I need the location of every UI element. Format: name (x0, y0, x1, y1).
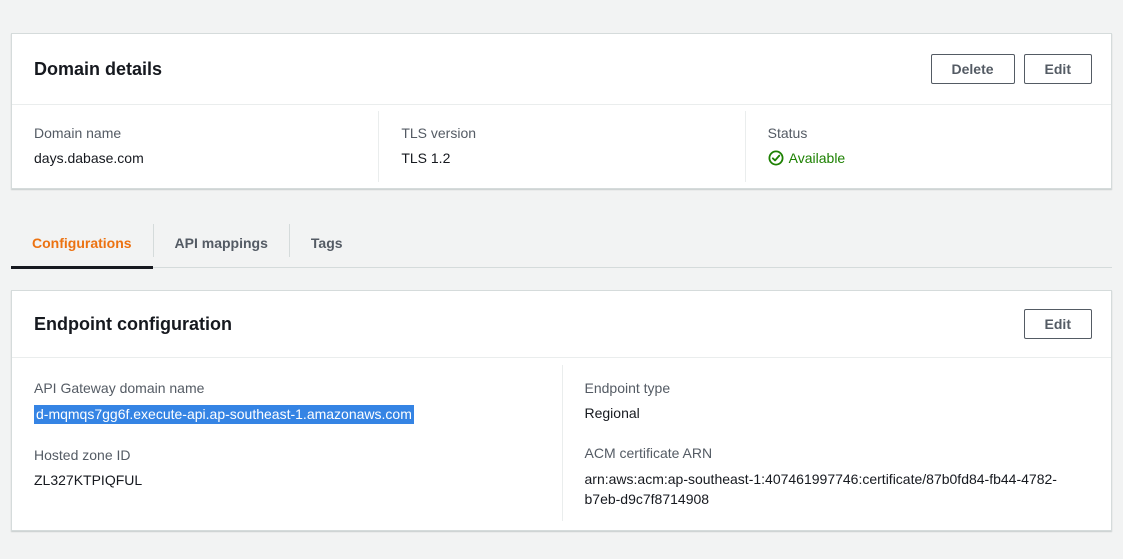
tab-bar: Configurations API mappings Tags (11, 217, 1112, 269)
tls-version-field: TLS version TLS 1.2 (378, 111, 744, 182)
domain-details-title: Domain details (34, 59, 162, 80)
api-gateway-domain-name-label: API Gateway domain name (34, 379, 534, 397)
tls-version-value: TLS 1.2 (401, 149, 724, 167)
status-badge: Available (768, 149, 1091, 167)
endpoint-type-field: Endpoint type Regional (585, 379, 1084, 422)
domain-details-actions: Delete Edit (931, 54, 1092, 84)
delete-button[interactable]: Delete (931, 54, 1015, 84)
acm-certificate-arn-value: arn:aws:acm:ap-southeast-1:407461997746:… (585, 469, 1084, 509)
domain-details-card: Domain details Delete Edit Domain name d… (11, 33, 1112, 189)
endpoint-configuration-actions: Edit (1024, 309, 1092, 339)
domain-details-fields: Domain name days.dabase.com TLS version … (12, 105, 1111, 188)
hosted-zone-id-label: Hosted zone ID (34, 446, 534, 464)
status-label: Status (768, 124, 1091, 142)
endpoint-type-label: Endpoint type (585, 379, 1084, 397)
hosted-zone-id-value: ZL327KTPIQFUL (34, 471, 534, 489)
tab-tags[interactable]: Tags (290, 217, 364, 269)
api-gateway-domain-name-value-wrap: d-mqmqs7gg6f.execute-api.ap-southeast-1.… (34, 404, 534, 424)
domain-name-label: Domain name (34, 124, 358, 142)
acm-certificate-arn-field: ACM certificate ARN arn:aws:acm:ap-south… (585, 444, 1084, 509)
endpoint-left-column: API Gateway domain name d-mqmqs7gg6f.exe… (12, 365, 562, 521)
domain-details-header: Domain details Delete Edit (12, 34, 1111, 105)
tab-configurations[interactable]: Configurations (11, 217, 153, 269)
tls-version-label: TLS version (401, 124, 724, 142)
tab-api-mappings[interactable]: API mappings (154, 217, 289, 269)
page: Domain details Delete Edit Domain name d… (0, 0, 1123, 559)
endpoint-configuration-fields: API Gateway domain name d-mqmqs7gg6f.exe… (12, 358, 1111, 530)
api-gateway-domain-name-field: API Gateway domain name d-mqmqs7gg6f.exe… (34, 379, 534, 424)
domain-name-field: Domain name days.dabase.com (12, 111, 378, 182)
status-field: Status Available (745, 111, 1111, 182)
endpoint-configuration-header: Endpoint configuration Edit (12, 291, 1111, 358)
endpoint-configuration-title: Endpoint configuration (34, 314, 232, 335)
domain-name-value: days.dabase.com (34, 149, 358, 167)
acm-certificate-arn-label: ACM certificate ARN (585, 444, 1084, 462)
endpoint-configuration-card: Endpoint configuration Edit API Gateway … (11, 290, 1112, 531)
hosted-zone-id-field: Hosted zone ID ZL327KTPIQFUL (34, 446, 534, 489)
endpoint-right-column: Endpoint type Regional ACM certificate A… (562, 365, 1112, 521)
edit-domain-button[interactable]: Edit (1024, 54, 1092, 84)
api-gateway-domain-name-value[interactable]: d-mqmqs7gg6f.execute-api.ap-southeast-1.… (34, 405, 414, 424)
edit-endpoint-button[interactable]: Edit (1024, 309, 1092, 339)
tab-api-mappings-label: API mappings (175, 235, 268, 251)
tab-tags-label: Tags (311, 235, 343, 251)
status-value-text: Available (789, 149, 846, 167)
check-circle-icon (768, 150, 784, 166)
tab-configurations-label: Configurations (32, 235, 132, 251)
endpoint-type-value: Regional (585, 404, 1084, 422)
